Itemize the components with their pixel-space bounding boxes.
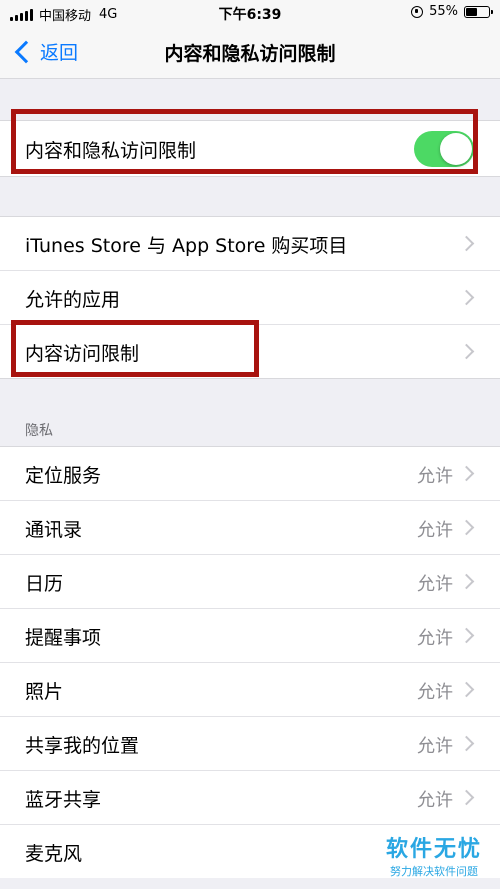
list-item-calendars[interactable]: 日历 允许	[0, 555, 500, 609]
chevron-right-icon	[458, 681, 475, 698]
list-item-photos[interactable]: 照片 允许	[0, 663, 500, 717]
list-item-label: 照片	[25, 681, 64, 703]
list-item-value: 允许	[417, 736, 453, 757]
store-settings-group: iTunes Store 与 App Store 购买项目 允许的应用 内容访问…	[0, 216, 500, 379]
list-item-reminders[interactable]: 提醒事项 允许	[0, 609, 500, 663]
chevron-right-icon	[458, 343, 475, 360]
status-right: 55%	[411, 4, 493, 19]
battery-icon	[464, 5, 493, 18]
chevron-right-icon	[458, 627, 475, 644]
chevron-right-icon	[458, 235, 475, 252]
list-item-value: 允许	[417, 466, 453, 487]
restrictions-toggle-label: 内容和隐私访问限制	[25, 140, 197, 162]
list-item-label: 允许的应用	[25, 289, 121, 311]
list-item-share-my-location[interactable]: 共享我的位置 允许	[0, 717, 500, 771]
toggle-knob	[440, 133, 472, 165]
watermark-title: 软件无忧	[385, 837, 482, 862]
list-item-location-services[interactable]: 定位服务 允许	[0, 447, 500, 501]
chevron-right-icon	[458, 519, 475, 536]
list-item-itunes-purchases[interactable]: iTunes Store 与 App Store 购买项目	[0, 217, 500, 271]
list-item-value: 允许	[417, 628, 453, 649]
privacy-settings-group: 定位服务 允许 通讯录 允许 日历 允许 提醒事项 允许 照片 允许 共享我的位…	[0, 446, 500, 878]
list-item-value: 允许	[417, 790, 453, 811]
list-item-value: 允许	[417, 574, 453, 595]
list-item-contacts[interactable]: 通讯录 允许	[0, 501, 500, 555]
list-item-label: 内容访问限制	[25, 343, 140, 365]
list-item-label: 定位服务	[25, 465, 102, 487]
chevron-right-icon	[458, 289, 475, 306]
list-item-label: iTunes Store 与 App Store 购买项目	[25, 235, 348, 257]
list-item-allowed-apps[interactable]: 允许的应用	[0, 271, 500, 325]
restrictions-toggle-row: 内容和隐私访问限制	[0, 121, 500, 176]
chevron-right-icon	[458, 735, 475, 752]
restrictions-toggle[interactable]	[414, 131, 474, 167]
privacy-section-header: 隐私	[25, 423, 53, 439]
page-title: 内容和隐私访问限制	[164, 43, 336, 65]
restrictions-toggle-group: 内容和隐私访问限制	[0, 120, 500, 177]
rotation-lock-icon	[411, 5, 424, 18]
list-item-bluetooth-sharing[interactable]: 蓝牙共享 允许	[0, 771, 500, 825]
status-bar: 中国移动 4G 下午6:39 55%	[0, 0, 500, 26]
list-item-label: 日历	[25, 573, 64, 595]
list-item-label: 提醒事项	[25, 627, 102, 649]
list-item-label: 通讯录	[25, 519, 83, 541]
watermark-subtitle: 努力解决软件问题	[389, 865, 478, 878]
chevron-right-icon	[458, 573, 475, 590]
navigation-bar: 返回 内容和隐私访问限制	[0, 26, 500, 79]
list-item-content-restrictions[interactable]: 内容访问限制	[0, 325, 500, 378]
list-item-value: 允许	[417, 520, 453, 541]
chevron-right-icon	[458, 789, 475, 806]
watermark: 软件无忧 努力解决软件问题	[386, 831, 482, 879]
list-item-label: 共享我的位置	[25, 735, 140, 757]
battery-percent: 55%	[429, 4, 458, 19]
list-item-label: 蓝牙共享	[25, 789, 102, 811]
list-item-label: 麦克风	[25, 843, 83, 865]
list-item-value: 允许	[417, 682, 453, 703]
chevron-right-icon	[458, 465, 475, 482]
